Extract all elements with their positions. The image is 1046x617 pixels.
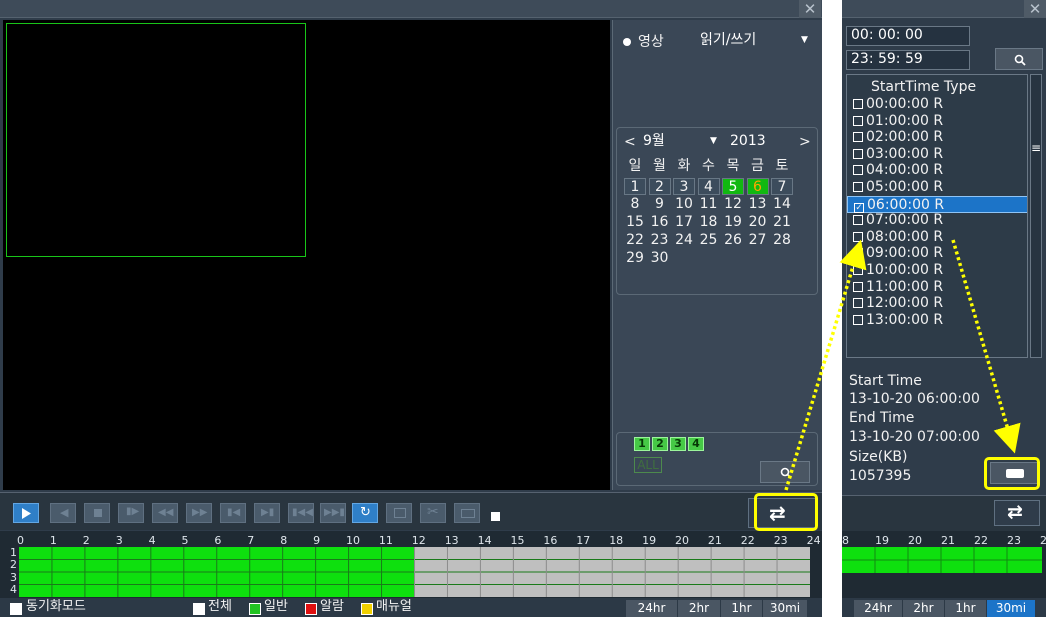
screenshot-stage: ✕ 영상 읽기/쓰기 ▼ < 9월 ▼ 2013 > 일월화수목금토 12345…	[0, 0, 1046, 617]
annotation-arrows	[784, 239, 1021, 491]
